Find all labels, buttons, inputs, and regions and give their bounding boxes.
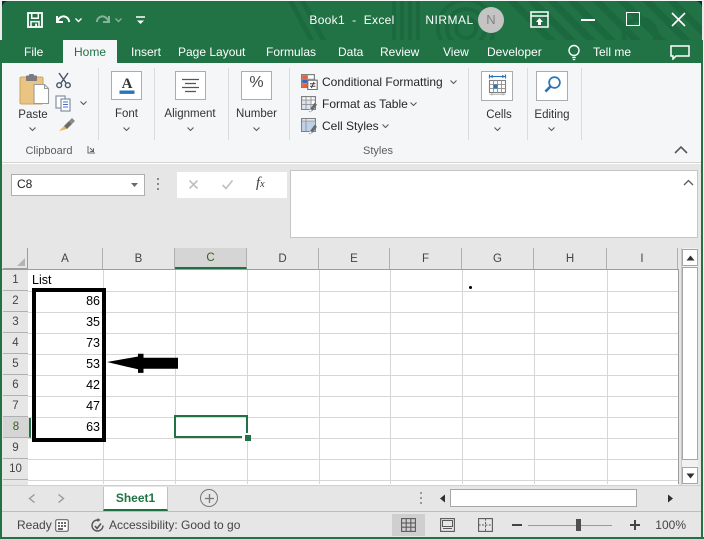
svg-text:A: A <box>122 76 133 92</box>
